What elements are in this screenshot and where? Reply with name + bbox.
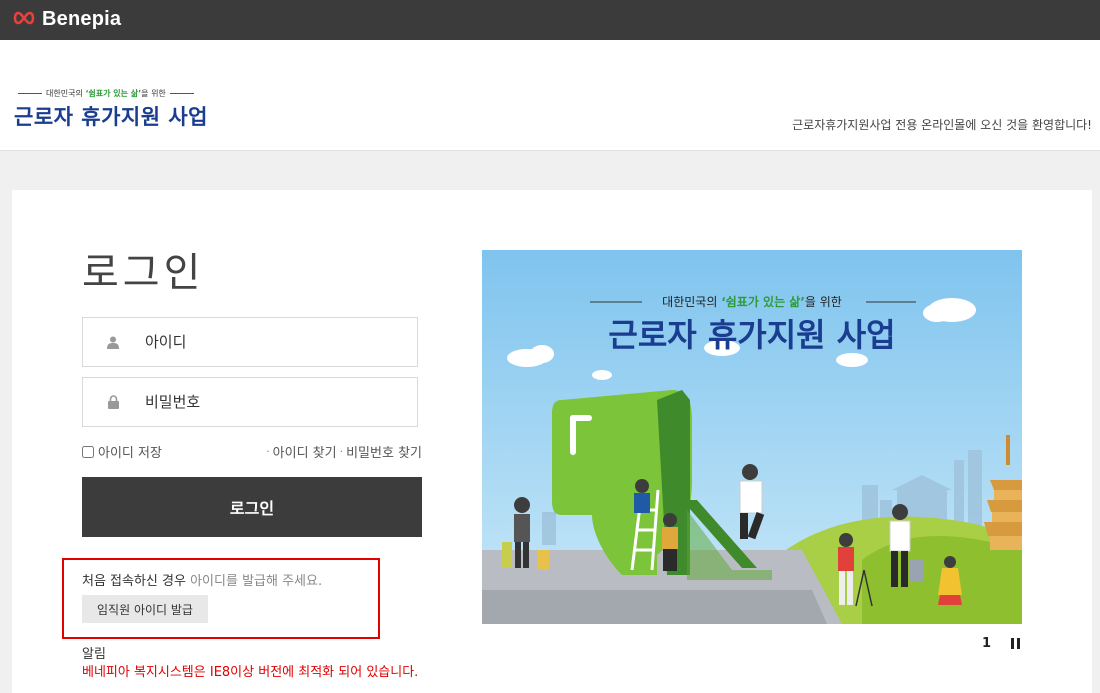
banner-tagline-pre: 대한민국의 bbox=[662, 295, 717, 309]
page-title: 로그인 bbox=[82, 250, 205, 296]
find-links: · 아이디 찾기 · 비밀번호 찾기 bbox=[263, 442, 422, 461]
program-logo[interactable]: 대한민국의 ‘쉼표가 있는 삶’ 을 위한 근로자 휴가지원 사업 bbox=[14, 88, 214, 131]
banner-tagline-quote: ‘쉼표가 있는 삶’ bbox=[721, 294, 805, 309]
top-bar: Benepia bbox=[0, 0, 1100, 40]
login-options: 아이디 저장 · 아이디 찾기 · 비밀번호 찾기 bbox=[82, 442, 422, 462]
logo-tagline-quote: ‘쉼표가 있는 삶’ bbox=[85, 89, 142, 98]
lock-icon bbox=[83, 377, 143, 427]
user-icon bbox=[83, 317, 143, 367]
notice-text: 처음 접속하신 경우 아이디를 발급해 주세요. bbox=[82, 570, 322, 589]
notice-text-light: 아이디를 발급해 주세요. bbox=[190, 574, 323, 589]
issue-employee-id-button[interactable]: 임직원 아이디 발급 bbox=[82, 595, 208, 623]
logo-tagline-post: 을 위한 bbox=[141, 89, 166, 98]
welcome-message: 근로자휴가지원사업 전용 온라인몰에 오신 것을 환영합니다! bbox=[792, 118, 1092, 132]
pager-current[interactable]: 1 bbox=[982, 636, 991, 651]
separator-dot: · bbox=[266, 445, 270, 458]
banner-tagline: 대한민국의 ‘쉼표가 있는 삶’을 위한 bbox=[662, 294, 842, 309]
find-password-link[interactable]: 비밀번호 찾기 bbox=[346, 442, 422, 461]
banner-tagline-post: 을 위한 bbox=[805, 295, 842, 309]
notice-text-dark: 처음 접속하신 경우 bbox=[82, 574, 186, 589]
separator-dot: · bbox=[339, 445, 344, 458]
logo-title: 근로자 휴가지원 사업 bbox=[14, 105, 209, 129]
pause-icon[interactable] bbox=[1011, 638, 1023, 649]
save-id-label: 아이디 저장 bbox=[98, 446, 162, 461]
brand-name: Benepia bbox=[42, 8, 122, 30]
ground-plaza-front bbox=[482, 590, 827, 624]
id-field[interactable] bbox=[82, 317, 418, 367]
find-id-link[interactable]: 아이디 찾기 bbox=[273, 442, 337, 461]
login-panel: 로그인 아이디 저장 · 아이디 찾기 · 비밀번호 찾기 로그인 처음 접속하… bbox=[12, 190, 1092, 693]
brand-logo[interactable]: Benepia bbox=[12, 8, 121, 31]
logo-tagline-pre: 대한민국의 bbox=[46, 89, 83, 98]
login-button[interactable]: 로그인 bbox=[82, 477, 422, 537]
alert-heading: 알림 bbox=[82, 647, 106, 662]
banner-title: 근로자 휴가지원 사업 bbox=[608, 316, 895, 354]
save-id-checkbox[interactable] bbox=[82, 445, 94, 458]
banner-pager: 1 bbox=[982, 636, 1023, 651]
save-id-option[interactable]: 아이디 저장 bbox=[82, 442, 162, 461]
site-header: 대한민국의 ‘쉼표가 있는 삶’ 을 위한 근로자 휴가지원 사업 근로자휴가지원… bbox=[0, 40, 1100, 151]
alert-message: 베네피아 복지시스템은 IE8이상 버전에 최적화 되어 있습니다. bbox=[82, 665, 419, 680]
first-visit-notice: 처음 접속하신 경우 아이디를 발급해 주세요. 임직원 아이디 발급 bbox=[62, 558, 380, 639]
password-input[interactable] bbox=[143, 392, 397, 412]
password-field[interactable] bbox=[82, 377, 418, 427]
promo-banner[interactable]: 대한민국의 ‘쉼표가 있는 삶’을 위한 근로자 휴가지원 사업 bbox=[482, 250, 1022, 624]
id-input[interactable] bbox=[143, 332, 397, 352]
logo-tagline: 대한민국의 ‘쉼표가 있는 삶’ 을 위한 bbox=[14, 88, 214, 99]
infinity-logo-icon bbox=[12, 10, 36, 29]
